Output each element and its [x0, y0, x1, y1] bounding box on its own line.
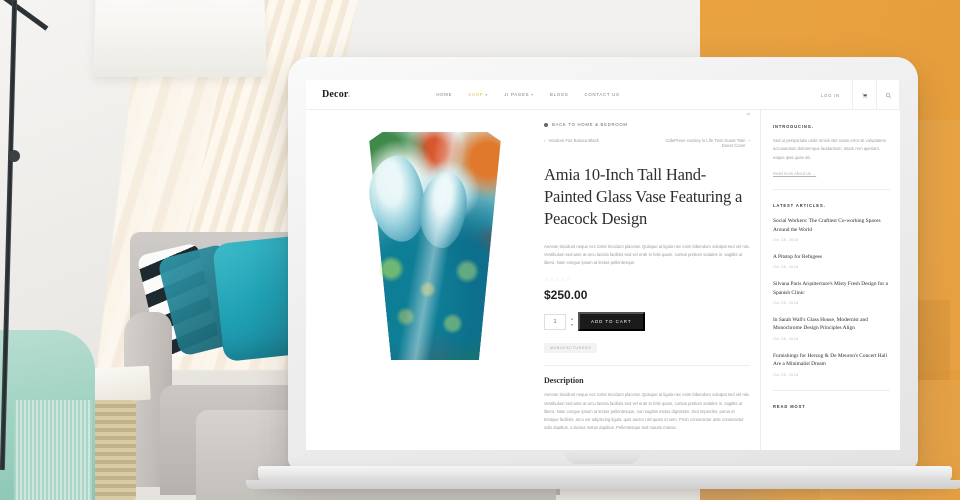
divider [773, 189, 890, 191]
product-excerpt: Aenean tincidunt neque nec tortor tincid… [544, 243, 750, 266]
logo-dot: . [347, 89, 351, 100]
sidebar-intro-heading: INTRODUCING. [773, 124, 814, 129]
next-arrow-icon: › [748, 138, 750, 143]
share-icon[interactable]: ⌗ [747, 112, 750, 119]
list-item[interactable]: Social Workers: The Craftiest Co-working… [773, 217, 890, 242]
nav-item-blogs[interactable]: BLOGS [550, 92, 569, 97]
quantity-stepper[interactable]: ▴ ▾ [571, 316, 573, 327]
quantity-input[interactable]: 1 [544, 313, 566, 330]
stepper-down-icon[interactable]: ▾ [571, 322, 573, 327]
scene: Decor. HOME SHOP ▾ JI PAGES ▾ BLOGS CONTAC… [0, 0, 960, 500]
add-to-cart-button[interactable]: ADD TO CART [578, 312, 645, 332]
nav-label: HOME [436, 92, 453, 97]
glass-sheen [369, 132, 501, 360]
divider [544, 365, 750, 367]
article-title: Social Workers: The Craftiest Co-working… [773, 218, 881, 233]
login-link[interactable]: LOG IN [821, 93, 840, 98]
main-navigation: HOME SHOP ▾ JI PAGES ▾ BLOGS CONTACT US [436, 92, 619, 97]
website: Decor. HOME SHOP ▾ JI PAGES ▾ BLOGS CONTAC… [306, 80, 900, 450]
article-title: In Sarah Wall's Glass House, Modernist a… [773, 317, 868, 332]
page-title: Amia 10-Inch Tall Hand-Painted Glass Vas… [544, 165, 743, 228]
product-price: $250.00 [544, 288, 588, 303]
header-actions: LOG IN [821, 80, 900, 110]
divider [773, 389, 890, 391]
article-list: Social Workers: The Craftiest Co-working… [773, 217, 890, 376]
product-details: BACK TO HOME & BEDROOM ‹ Vondom Faz Buta… [538, 110, 760, 450]
laptop-notch [565, 452, 641, 464]
breadcrumb[interactable]: BACK TO HOME & BEDROOM [544, 122, 750, 127]
nav-item-ji-pages[interactable]: JI PAGES ▾ [504, 92, 534, 97]
search-icon[interactable] [876, 80, 900, 110]
site-header: Decor. HOME SHOP ▾ JI PAGES ▾ BLOGS CONTAC… [306, 80, 900, 110]
article-date: Oct 28, 2018 [773, 265, 799, 270]
article-date: Oct 28, 2018 [773, 336, 799, 341]
description-heading: Description [544, 376, 584, 386]
nav-item-contact-us[interactable]: CONTACT US [585, 92, 620, 97]
prev-product-link[interactable]: ‹ Vondom Faz Butaca Black [544, 138, 599, 148]
nav-label: JI PAGES [504, 92, 530, 97]
sidebar-articles-heading: LATEST ARTICLES. [773, 203, 826, 209]
article-date: Oct 28, 2018 [773, 301, 799, 306]
page-content: BACK TO HOME & BEDROOM ‹ Vondom Faz Buta… [306, 110, 900, 450]
logo-text: Decor [322, 89, 348, 100]
product-gallery [306, 110, 538, 450]
laptop-mockup: Decor. HOME SHOP ▾ JI PAGES ▾ BLOGS CONTAC… [0, 0, 960, 500]
next-product-link[interactable]: CafePress Hockey is Life Twin Duvet Twin… [658, 138, 750, 148]
back-arrow-icon [544, 122, 548, 127]
article-date: Oct 28, 2018 [773, 237, 799, 242]
list-item[interactable]: A Pitstop for Refugees Oct 28, 2018 [773, 253, 890, 269]
site-logo[interactable]: Decor. [322, 89, 350, 100]
next-product-label: CafePress Hockey is Life Twin Duvet Twin… [665, 138, 746, 148]
laptop-screen: Decor. HOME SHOP ▾ JI PAGES ▾ BLOGS CONTAC… [306, 80, 900, 450]
nav-label: SHOP [468, 92, 484, 97]
manufacturers-tag[interactable]: MANUFACTURERS [544, 343, 598, 354]
read-more-about-us-link[interactable]: Read more About Us → [773, 171, 890, 176]
breadcrumb-label: BACK TO HOME & BEDROOM [552, 122, 628, 127]
prev-product-label: Vondom Faz Butaca Black [548, 138, 599, 143]
prev-arrow-icon: ‹ [544, 138, 546, 143]
list-item[interactable]: Furnishings for Herzog & De Meuron's Con… [773, 352, 890, 377]
nav-label: CONTACT US [584, 92, 620, 97]
nav-item-home[interactable]: HOME [436, 92, 452, 97]
read-most-heading: READ MOST [773, 403, 806, 409]
sidebar-intro-text: Sed ut perspiciatis unde omnis iste natu… [773, 138, 887, 160]
chevron-down-icon: ▾ [485, 92, 489, 97]
star-rating[interactable]: ☆☆☆☆☆ [544, 277, 750, 283]
purchase-controls: 1 ▴ ▾ ADD TO CART [544, 312, 750, 332]
article-date: Oct 28, 2018 [773, 372, 799, 377]
laptop-base-lip [246, 480, 960, 489]
product-pagination: ‹ Vondom Faz Butaca Black CafePress Hock… [544, 138, 750, 148]
list-item[interactable]: In Sarah Wall's Glass House, Modernist a… [773, 316, 890, 341]
product-image[interactable] [340, 128, 530, 363]
cart-icon[interactable] [852, 80, 876, 110]
article-title: Silvana Paris Arquitecture's Misty Fresh… [773, 281, 888, 296]
nav-item-shop[interactable]: SHOP ▾ [468, 92, 488, 97]
sidebar: INTRODUCING. Sed ut perspiciatis unde om… [760, 110, 900, 450]
nav-label: BLOGS [549, 92, 569, 97]
stepper-up-icon[interactable]: ▴ [571, 316, 573, 321]
chevron-down-icon: ▾ [531, 92, 534, 97]
description-body: Aenean tincidunt neque nec tortor tincid… [544, 392, 750, 431]
article-title: Furnishings for Herzog & De Meuron's Con… [773, 352, 888, 368]
article-title: A Pitstop for Refugees [773, 253, 822, 260]
list-item[interactable]: Silvana Paris Arquitecture's Misty Fresh… [773, 280, 890, 305]
